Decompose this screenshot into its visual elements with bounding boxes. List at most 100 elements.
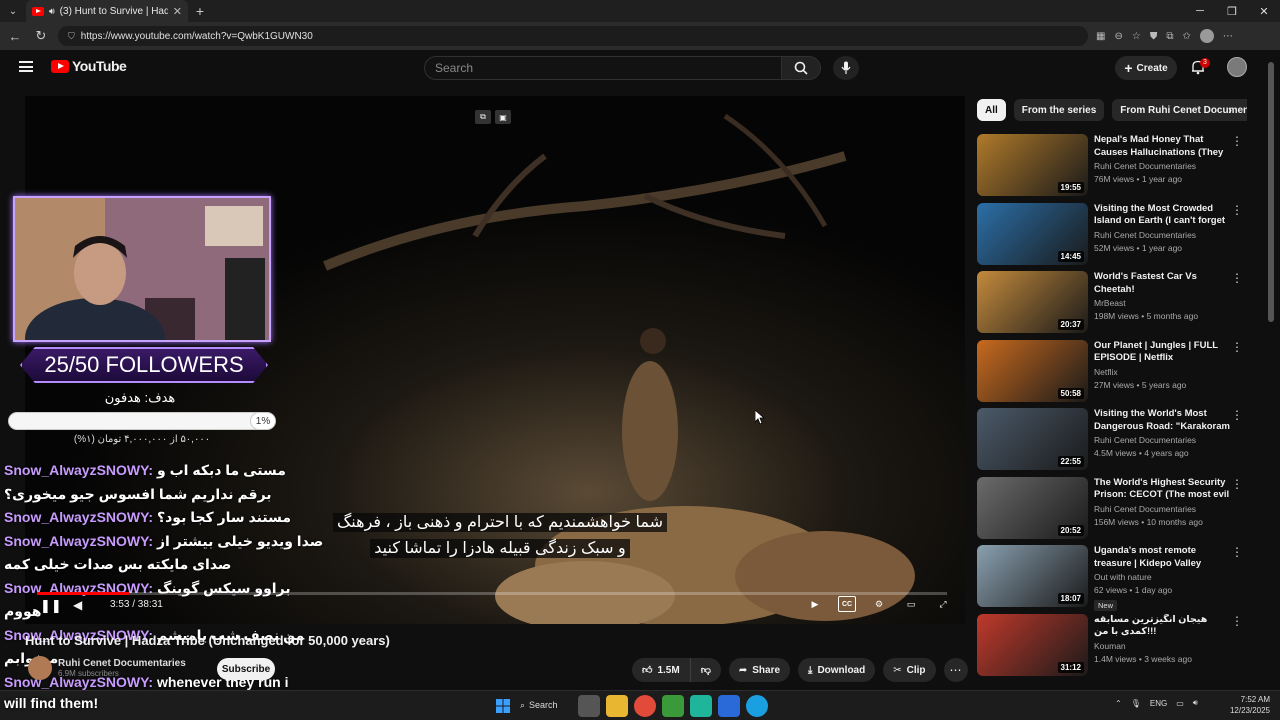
hamburger-menu-icon[interactable]	[19, 61, 33, 72]
xbox-icon[interactable]	[662, 695, 684, 717]
search-input[interactable]: Search	[424, 56, 782, 80]
network-icon[interactable]: ▭	[1176, 699, 1184, 708]
browser-menu-icon[interactable]: ⋯	[1223, 31, 1233, 42]
channel-name[interactable]: Ruhi Cenet Documentaries	[58, 658, 186, 669]
youtube-logo[interactable]: YouTube	[51, 58, 127, 74]
taskbar-search[interactable]: ⌕ Search	[520, 695, 572, 715]
recommendation-channel[interactable]: Kouman	[1094, 641, 1232, 651]
pause-icon[interactable]: ❚❚	[40, 598, 62, 614]
video-progress-bar[interactable]	[37, 592, 947, 595]
windows-start-icon[interactable]	[492, 695, 514, 717]
video-thumbnail[interactable]: 31:12	[977, 613, 1088, 676]
profile-avatar[interactable]	[1199, 29, 1214, 43]
recommendation-item[interactable]: 14:45 Visiting the Most Crowded Island on…	[977, 202, 1247, 272]
volume-icon[interactable]: 🔊︎	[1193, 698, 1198, 708]
recommendation-item[interactable]: 20:37 World's Fastest Car Vs Cheetah! MrBe…	[977, 271, 1247, 340]
download-button[interactable]: ⤓ Download	[798, 658, 876, 682]
theater-mode-icon[interactable]: ▭	[902, 596, 920, 612]
clip-button[interactable]: ✂ Clip	[883, 658, 936, 682]
settings-gear-icon[interactable]: ⚙	[870, 596, 888, 612]
back-icon[interactable]: ←	[6, 29, 24, 44]
captions-icon[interactable]: CC	[838, 596, 856, 612]
recommendation-item[interactable]: 22:55 Visiting the World's Most Dangerous…	[977, 408, 1247, 477]
recommendation-channel[interactable]: Ruhi Cenet Documentaries	[1094, 230, 1232, 240]
video-thumbnail[interactable]: 22:55	[977, 408, 1088, 470]
search-button[interactable]	[781, 56, 821, 80]
video-thumbnail[interactable]: 50:58	[977, 339, 1088, 402]
recommendation-item[interactable]: 19:55 Nepal's Mad Honey That Causes Hallu…	[977, 134, 1247, 203]
app-icon[interactable]: ▦	[1096, 31, 1105, 42]
restore-icon[interactable]: ❐	[1216, 0, 1248, 22]
page-scrollbar[interactable]	[1268, 62, 1274, 322]
recommendation-item[interactable]: 50:58 Our Planet | Jungles | FULL EPISODE…	[977, 339, 1247, 409]
tab-list-chevron-icon[interactable]: ⌄	[0, 0, 26, 22]
recommendation-title[interactable]: Uganda's most remote treasure | Kidepo V…	[1094, 545, 1232, 570]
edge-icon[interactable]	[746, 695, 768, 717]
speaker-icon[interactable]: 🔊︎	[49, 6, 55, 17]
autoplay-toggle-icon[interactable]: ▶	[806, 596, 824, 612]
recommendation-title[interactable]: The World's Highest Security Prison: CEC…	[1094, 477, 1232, 502]
recommendation-item[interactable]: 18:07 Uganda's most remote treasure | Kid…	[977, 545, 1247, 614]
reload-icon[interactable]: ↻	[32, 28, 50, 44]
favorites-icon[interactable]: ✩	[1182, 31, 1190, 42]
chip-from-series[interactable]: From the series	[1013, 99, 1105, 121]
create-button[interactable]: + Create	[1115, 56, 1177, 80]
channel-avatar[interactable]	[28, 656, 52, 680]
recommendation-channel[interactable]: Ruhi Cenet Documentaries	[1094, 504, 1232, 514]
tracking-icon[interactable]: ⊖	[1114, 31, 1122, 42]
minimize-icon[interactable]: ─	[1184, 0, 1216, 22]
cast-icon[interactable]: ▣	[495, 110, 511, 124]
share-button[interactable]: ➦ Share	[728, 658, 791, 682]
recommendation-title[interactable]: World's Fastest Car Vs Cheetah!	[1094, 271, 1232, 296]
subscribe-button[interactable]: Subscribe	[217, 658, 275, 680]
url-field[interactable]: ⛉ https://www.youtube.com/watch?v=QwbK1G…	[58, 26, 1088, 46]
video-thumbnail[interactable]: 20:37	[977, 271, 1088, 333]
recommendation-item[interactable]: 20:52 The World's Highest Security Prison…	[977, 476, 1247, 546]
account-avatar[interactable]	[1227, 57, 1247, 77]
shield-icon[interactable]: ⛊	[1150, 31, 1158, 42]
new-tab-button[interactable]: +	[188, 3, 212, 19]
fullscreen-icon[interactable]: ⤢	[934, 596, 952, 612]
chrome-icon[interactable]	[634, 695, 656, 717]
close-tab-icon[interactable]: ✕	[173, 5, 182, 18]
voice-search-button[interactable]	[833, 56, 859, 80]
video-thumbnail[interactable]: 20:52	[977, 476, 1088, 539]
recommendation-title[interactable]: Our Planet | Jungles | FULL EPISODE | Ne…	[1094, 340, 1232, 365]
language-indicator[interactable]: ENG	[1150, 699, 1167, 708]
recommendation-channel[interactable]: Out with nature	[1094, 572, 1232, 582]
like-button[interactable]: 👍︎ 1.5M	[632, 658, 691, 682]
file-explorer-icon[interactable]	[606, 695, 628, 717]
chevron-up-icon[interactable]: ⌃	[1115, 699, 1122, 708]
recommendation-channel[interactable]: MrBeast	[1094, 298, 1232, 308]
recommendation-title[interactable]: Visiting the World's Most Dangerous Road…	[1094, 408, 1232, 433]
more-options-icon[interactable]: ⋮	[1231, 340, 1243, 354]
more-options-icon[interactable]: ⋮	[1231, 271, 1243, 285]
miniplayer-icon[interactable]: ⧉	[475, 110, 491, 124]
close-window-icon[interactable]: ✕	[1248, 0, 1280, 22]
dislike-button[interactable]: 👎︎	[690, 658, 721, 682]
recommendation-item[interactable]: 31:12 هیجان انگیزترین مسابقه کمدی با من!!…	[977, 613, 1247, 683]
video-thumbnail[interactable]: 18:07	[977, 545, 1088, 607]
recommendation-title[interactable]: Nepal's Mad Honey That Causes Hallucinat…	[1094, 134, 1232, 159]
more-options-icon[interactable]: ⋮	[1231, 545, 1243, 559]
recommendation-channel[interactable]: Netflix	[1094, 367, 1232, 377]
more-options-icon[interactable]: ⋮	[1231, 477, 1243, 491]
browser-tab[interactable]: 🔊︎ (3) Hunt to Survive | Hadza Tribe ✕	[26, 0, 188, 22]
chevron-right-icon[interactable]: ›	[1220, 99, 1240, 121]
microphone-icon[interactable]: 🎙︎	[1131, 699, 1141, 708]
more-options-icon[interactable]: ⋮	[1231, 203, 1243, 217]
extension-icon[interactable]: ⧉	[1166, 31, 1173, 42]
task-view-icon[interactable]	[578, 695, 600, 717]
video-thumbnail[interactable]: 19:55	[977, 134, 1088, 196]
more-options-icon[interactable]: ⋮	[1231, 614, 1243, 628]
site-info-icon[interactable]: ⛉	[68, 31, 75, 42]
recommendation-channel[interactable]: Ruhi Cenet Documentaries	[1094, 161, 1232, 171]
recommendation-title[interactable]: هیجان انگیزترین مسابقه کمدی با من!!!	[1094, 614, 1232, 639]
chip-all[interactable]: All	[977, 99, 1006, 121]
more-options-icon[interactable]: ⋮	[1231, 408, 1243, 422]
video-thumbnail[interactable]: 14:45	[977, 202, 1088, 265]
favorite-star-icon[interactable]: ☆	[1132, 31, 1141, 42]
recommendation-title[interactable]: Visiting the Most Crowded Island on Eart…	[1094, 203, 1232, 228]
more-options-icon[interactable]: ⋮	[1231, 134, 1243, 148]
more-actions-icon[interactable]: ⋯	[943, 658, 968, 682]
